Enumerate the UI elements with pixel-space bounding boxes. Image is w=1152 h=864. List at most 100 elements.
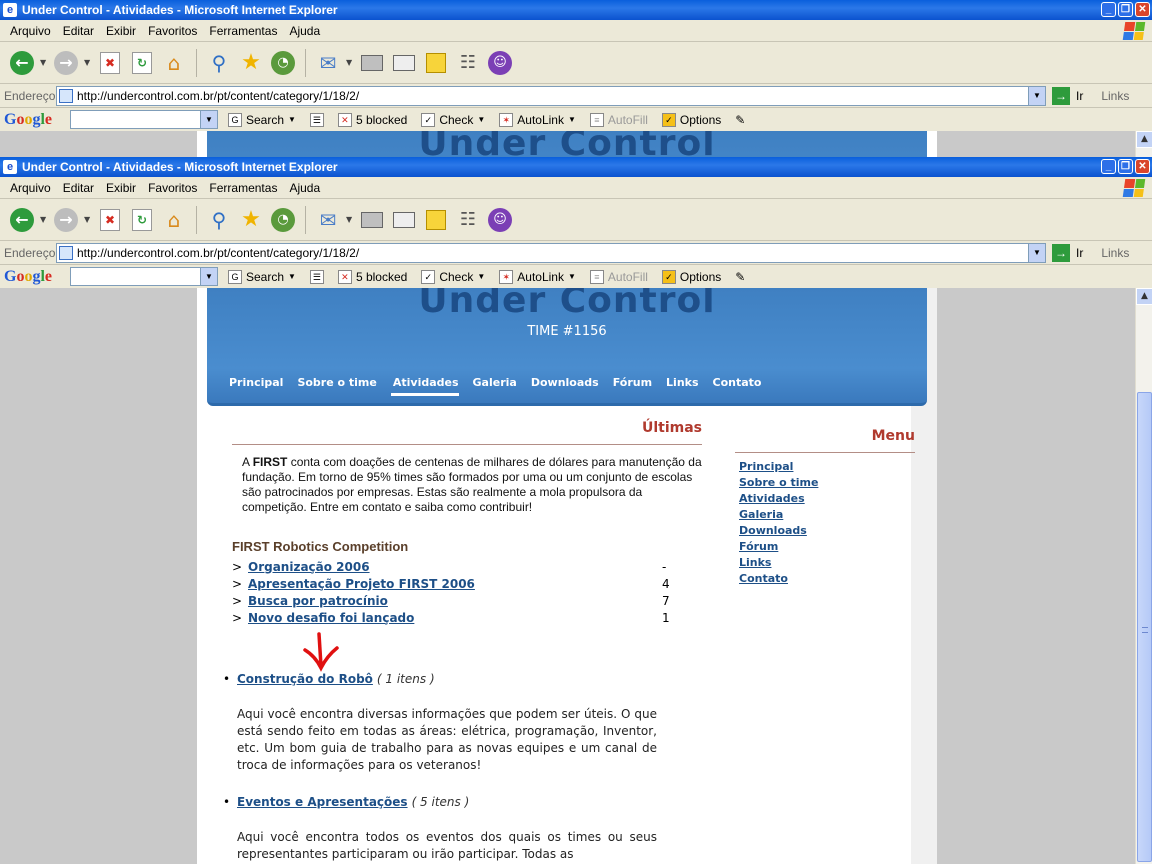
menu-ajuda[interactable]: Ajuda: [283, 24, 326, 38]
maximize-button[interactable]: ❐: [1118, 2, 1133, 17]
nav-downloads[interactable]: Downloads: [531, 376, 613, 396]
history-icon[interactable]: ◔: [269, 206, 297, 234]
chevron-down-icon[interactable]: ▼: [200, 111, 217, 128]
sidebar-item-contato[interactable]: Contato: [739, 571, 915, 587]
news-icon[interactable]: ☰: [306, 112, 328, 127]
menu-favoritos[interactable]: Favoritos: [142, 24, 203, 38]
title-bar[interactable]: e Under Control - Atividades - Microsoft…: [0, 0, 1152, 20]
menu-editar[interactable]: Editar: [57, 181, 100, 195]
sidebar-item-downloads[interactable]: Downloads: [739, 523, 915, 539]
address-input[interactable]: http://undercontrol.com.br/pt/content/ca…: [56, 242, 1046, 263]
printer-icon[interactable]: [358, 206, 386, 234]
sidebar-item-forum[interactable]: Fórum: [739, 539, 915, 555]
google-logo[interactable]: Google: [4, 111, 64, 129]
spellcheck-button[interactable]: ✓ Check ▼: [417, 112, 489, 127]
google-search-button[interactable]: G Search ▼: [224, 112, 300, 127]
autolink-button[interactable]: ✶ AutoLink ▼: [495, 112, 580, 127]
refresh-icon[interactable]: ↻: [128, 49, 156, 77]
note-icon[interactable]: [422, 206, 450, 234]
news-link[interactable]: Organização 2006: [248, 560, 662, 574]
menu-ferramentas[interactable]: Ferramentas: [203, 24, 283, 38]
nav-atividades[interactable]: Atividades: [390, 376, 459, 396]
sidebar-item-links[interactable]: Links: [739, 555, 915, 571]
nav-sobre-o-time[interactable]: Sobre o time: [297, 376, 390, 396]
sidebar-item-atividades[interactable]: Atividades: [739, 491, 915, 507]
google-search-input[interactable]: ▼: [70, 110, 218, 129]
google-search-button[interactable]: G Search ▼: [224, 269, 300, 284]
go-button[interactable]: → Ir: [1052, 86, 1083, 105]
menu-exibir[interactable]: Exibir: [100, 181, 142, 195]
title-bar[interactable]: e Under Control - Atividades - Microsoft…: [0, 157, 1152, 177]
sidebar-item-principal[interactable]: Principal: [739, 459, 915, 475]
news-link[interactable]: Novo desafio foi lançado: [248, 611, 662, 625]
refresh-icon[interactable]: ↻: [128, 206, 156, 234]
chevron-down-icon[interactable]: ▼: [200, 268, 217, 285]
scroll-up-icon[interactable]: ▲: [1136, 131, 1152, 148]
nav-forum[interactable]: Fórum: [613, 376, 666, 396]
pencil-icon[interactable]: ✎: [731, 113, 749, 127]
home-icon[interactable]: ⌂: [160, 49, 188, 77]
maximize-button[interactable]: ❐: [1118, 159, 1133, 174]
options-button[interactable]: ✓ Options: [658, 112, 725, 127]
autofill-button[interactable]: ≡ AutoFill: [586, 269, 652, 284]
sidebar-item-galeria[interactable]: Galeria: [739, 507, 915, 523]
popup-blocker-button[interactable]: ✕ 5 blocked: [334, 269, 411, 284]
google-search-input[interactable]: ▼: [70, 267, 218, 286]
news-icon[interactable]: ☰: [306, 269, 328, 284]
forward-dropdown-icon[interactable]: ▼: [84, 215, 92, 224]
chevron-down-icon[interactable]: ▼: [1028, 243, 1045, 262]
back-dropdown-icon[interactable]: ▼: [40, 58, 48, 67]
printer-icon[interactable]: [358, 49, 386, 77]
mail-icon[interactable]: ✉: [314, 49, 342, 77]
autolink-button[interactable]: ✶ AutoLink ▼: [495, 269, 580, 284]
scroll-thumb[interactable]: [1137, 392, 1152, 862]
menu-editar[interactable]: Editar: [57, 24, 100, 38]
links-button[interactable]: Links: [1101, 246, 1129, 260]
home-icon[interactable]: ⌂: [160, 206, 188, 234]
research-icon[interactable]: ☷: [454, 206, 482, 234]
note-icon[interactable]: [422, 49, 450, 77]
messenger-icon[interactable]: ☺: [486, 206, 514, 234]
scroll-up-icon[interactable]: ▲: [1136, 288, 1152, 305]
close-button[interactable]: ✕: [1135, 2, 1150, 17]
minimize-button[interactable]: _: [1101, 2, 1116, 17]
category-link[interactable]: Construção do Robô: [237, 672, 373, 686]
mail-dropdown-icon[interactable]: ▼: [346, 215, 354, 224]
nav-principal[interactable]: Principal: [229, 376, 297, 396]
news-link[interactable]: Apresentação Projeto FIRST 2006: [248, 577, 662, 591]
menu-exibir[interactable]: Exibir: [100, 24, 142, 38]
stop-icon[interactable]: ✖: [96, 206, 124, 234]
back-dropdown-icon[interactable]: ▼: [40, 215, 48, 224]
address-input[interactable]: http://undercontrol.com.br/pt/content/ca…: [56, 85, 1046, 106]
history-icon[interactable]: ◔: [269, 49, 297, 77]
menu-arquivo[interactable]: Arquivo: [4, 181, 57, 195]
links-button[interactable]: Links: [1101, 89, 1129, 103]
mail-dropdown-icon[interactable]: ▼: [346, 58, 354, 67]
star-icon[interactable]: ★: [237, 49, 265, 77]
menu-ferramentas[interactable]: Ferramentas: [203, 181, 283, 195]
autofill-button[interactable]: ≡ AutoFill: [586, 112, 652, 127]
minimize-button[interactable]: _: [1101, 159, 1116, 174]
star-icon[interactable]: ★: [237, 206, 265, 234]
news-link[interactable]: Busca por patrocínio: [248, 594, 662, 608]
back-arrow-icon[interactable]: ←: [8, 49, 36, 77]
menu-favoritos[interactable]: Favoritos: [142, 181, 203, 195]
research-icon[interactable]: ☷: [454, 49, 482, 77]
category-link[interactable]: Eventos e Apresentações: [237, 795, 408, 809]
search-icon[interactable]: ⚲: [205, 206, 233, 234]
vertical-scrollbar[interactable]: ▲: [1135, 288, 1152, 864]
search-icon[interactable]: ⚲: [205, 49, 233, 77]
options-button[interactable]: ✓ Options: [658, 269, 725, 284]
edit-icon[interactable]: [390, 206, 418, 234]
spellcheck-button[interactable]: ✓ Check ▼: [417, 269, 489, 284]
menu-arquivo[interactable]: Arquivo: [4, 24, 57, 38]
nav-galeria[interactable]: Galeria: [473, 376, 531, 396]
messenger-icon[interactable]: ☺: [486, 49, 514, 77]
sidebar-item-sobre-o-time[interactable]: Sobre o time: [739, 475, 915, 491]
mail-icon[interactable]: ✉: [314, 206, 342, 234]
popup-blocker-button[interactable]: ✕ 5 blocked: [334, 112, 411, 127]
stop-icon[interactable]: ✖: [96, 49, 124, 77]
forward-arrow-icon[interactable]: →: [52, 49, 80, 77]
forward-dropdown-icon[interactable]: ▼: [84, 58, 92, 67]
menu-ajuda[interactable]: Ajuda: [283, 181, 326, 195]
